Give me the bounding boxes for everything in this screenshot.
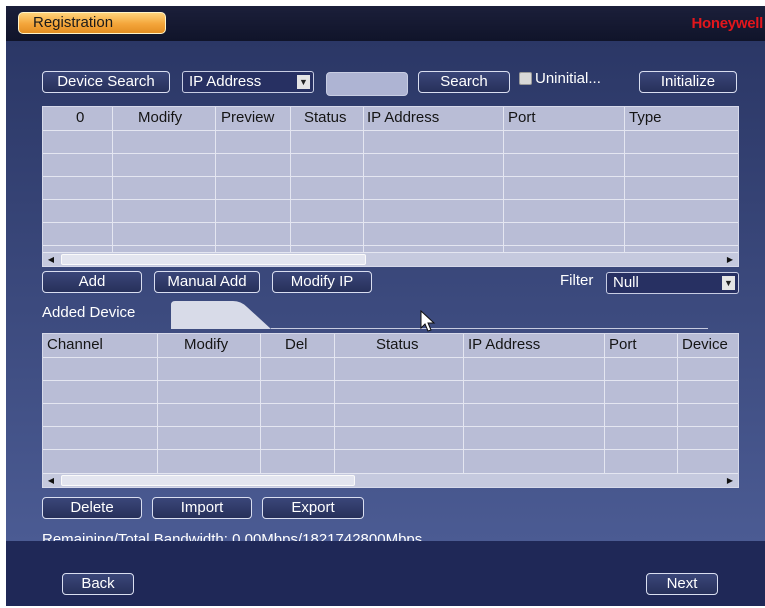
export-button[interactable]: Export: [262, 497, 364, 519]
modify-ip-button[interactable]: Modify IP: [272, 271, 372, 293]
scrollbar-thumb[interactable]: [61, 254, 366, 265]
delete-button[interactable]: Delete: [42, 497, 142, 519]
horizontal-scrollbar[interactable]: ◀ ▶: [43, 473, 738, 487]
scroll-left-icon[interactable]: ◀: [45, 254, 57, 266]
manual-add-button[interactable]: Manual Add: [154, 271, 260, 293]
next-button[interactable]: Next: [646, 573, 718, 595]
filter-label: Filter: [560, 272, 594, 289]
section-divider: [271, 328, 708, 329]
search-input[interactable]: [326, 72, 408, 96]
added-device-label: Added Device: [42, 304, 136, 321]
column-header[interactable]: 0: [76, 107, 84, 129]
scrollbar-thumb[interactable]: [61, 475, 355, 486]
column-divider: [112, 107, 113, 252]
column-header[interactable]: Modify: [184, 334, 228, 356]
column-header[interactable]: Modify: [138, 107, 182, 129]
table-row[interactable]: [43, 199, 738, 200]
filter-select[interactable]: Null ▼: [606, 272, 739, 294]
initialize-button[interactable]: Initialize: [639, 71, 737, 93]
brand-logo: Honeywell: [691, 15, 764, 32]
import-button[interactable]: Import: [152, 497, 252, 519]
search-by-value: IP Address: [189, 73, 262, 90]
column-divider: [215, 107, 216, 252]
add-button[interactable]: Add: [42, 271, 142, 293]
uninitialized-checkbox[interactable]: [519, 72, 532, 85]
scroll-right-icon[interactable]: ▶: [724, 475, 736, 487]
mouse-cursor-shape: [420, 310, 436, 332]
registration-tab[interactable]: Registration: [18, 12, 166, 34]
table-row[interactable]: [43, 426, 738, 427]
column-header[interactable]: Channel: [47, 334, 103, 356]
table-row[interactable]: [43, 357, 738, 358]
title-bar: Registration Honeywell: [6, 6, 765, 41]
registration-panel: Device Search IP Address ▼ Search Uninit…: [6, 41, 765, 548]
column-header[interactable]: Port: [609, 334, 637, 356]
filter-value: Null: [613, 274, 639, 291]
column-header[interactable]: IP Address: [367, 107, 439, 129]
column-header[interactable]: Status: [304, 107, 347, 129]
column-header[interactable]: IP Address: [468, 334, 540, 356]
table-row[interactable]: [43, 380, 738, 381]
scroll-right-icon[interactable]: ▶: [724, 254, 736, 266]
added-device-tab-shape: [171, 301, 271, 329]
column-divider: [290, 107, 291, 252]
table-row[interactable]: [43, 245, 738, 246]
search-by-select[interactable]: IP Address ▼: [182, 71, 314, 93]
search-button[interactable]: Search: [418, 71, 510, 93]
mouse-cursor-icon: [420, 310, 436, 332]
table-row[interactable]: [43, 176, 738, 177]
column-header[interactable]: Status: [376, 334, 419, 356]
back-button[interactable]: Back: [62, 573, 134, 595]
registration-window: Registration Honeywell Device Search IP …: [6, 6, 765, 606]
search-results-table[interactable]: 0 Modify Preview Status IP Address Port …: [42, 106, 739, 267]
table-row[interactable]: [43, 153, 738, 154]
chevron-down-icon[interactable]: ▼: [722, 276, 735, 290]
added-device-tab[interactable]: [171, 301, 271, 329]
column-header[interactable]: Preview: [221, 107, 274, 129]
wizard-footer: Back Next: [6, 541, 765, 606]
column-header[interactable]: Type: [629, 107, 662, 129]
column-header[interactable]: Device: [682, 334, 728, 356]
table-row[interactable]: [43, 403, 738, 404]
table-row[interactable]: [43, 222, 738, 223]
chevron-down-icon[interactable]: ▼: [297, 75, 310, 89]
column-divider: [624, 107, 625, 252]
scroll-left-icon[interactable]: ◀: [45, 475, 57, 487]
column-header[interactable]: Del: [285, 334, 308, 356]
table-row[interactable]: [43, 130, 738, 131]
device-search-button[interactable]: Device Search: [42, 71, 170, 93]
column-divider: [363, 107, 364, 252]
table-row[interactable]: [43, 449, 738, 450]
uninitialized-label: Uninitial...: [535, 70, 601, 87]
horizontal-scrollbar[interactable]: ◀ ▶: [43, 252, 738, 266]
column-header[interactable]: Port: [508, 107, 536, 129]
column-divider: [503, 107, 504, 252]
added-device-table[interactable]: Channel Modify Del Status IP Address Por…: [42, 333, 739, 488]
